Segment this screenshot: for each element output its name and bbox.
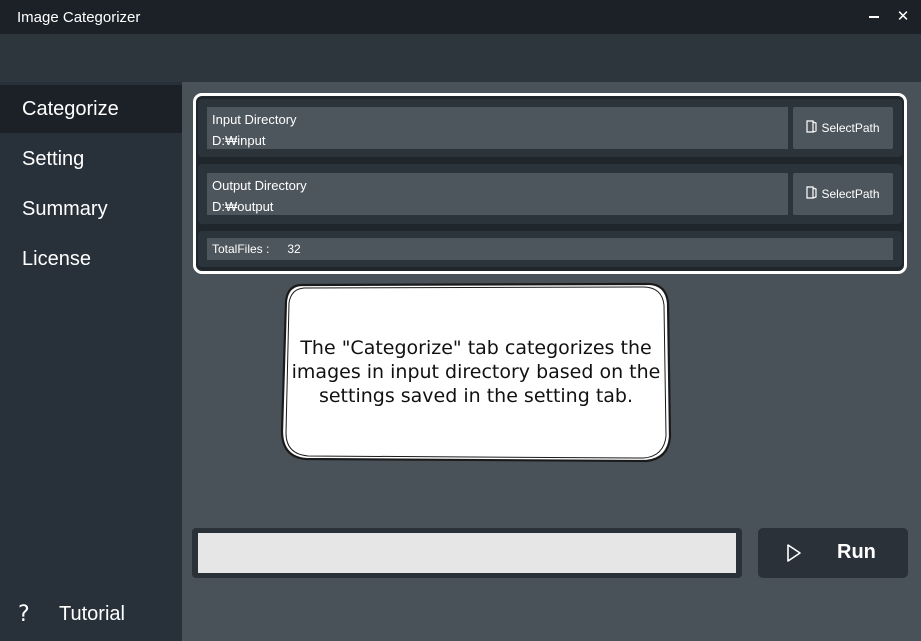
sidebar: Categorize Setting Summary License	[0, 82, 182, 641]
help-icon: ?	[18, 601, 30, 627]
sidebar-item-label: License	[22, 247, 91, 270]
folder-icon	[806, 120, 818, 136]
sidebar-item-license[interactable]: License	[0, 235, 182, 283]
select-path-label: SelectPath	[821, 121, 880, 135]
minimize-icon	[869, 16, 879, 19]
folder-icon	[806, 186, 818, 202]
input-select-path-button[interactable]: SelectPath	[793, 107, 893, 149]
total-files-bar: TotalFiles : 32	[207, 238, 893, 260]
output-select-path-button[interactable]: SelectPath	[793, 173, 893, 215]
close-button[interactable]: ✕	[893, 6, 913, 28]
run-button[interactable]: Run	[758, 528, 908, 578]
minimize-button[interactable]	[864, 6, 884, 28]
input-directory-field[interactable]: Input Directory D:₩input	[207, 107, 788, 149]
input-directory-label: Input Directory	[212, 112, 297, 127]
total-files-label: TotalFiles :	[212, 242, 270, 256]
select-path-label: SelectPath	[821, 187, 880, 201]
sidebar-item-label: Setting	[22, 147, 85, 170]
callout-text: The "Categorize" tab categorizes the ima…	[291, 337, 661, 407]
tutorial-label: Tutorial	[59, 602, 125, 625]
window-title: Image Categorizer	[17, 8, 141, 26]
output-directory-value: D:₩output	[212, 199, 274, 214]
sidebar-item-summary[interactable]: Summary	[0, 185, 182, 233]
progress-bar	[198, 533, 736, 573]
output-directory-label: Output Directory	[212, 178, 307, 193]
tutorial-callout: The "Categorize" tab categorizes the ima…	[280, 281, 672, 463]
play-icon	[786, 543, 802, 568]
tutorial-button[interactable]: ? Tutorial	[0, 596, 182, 632]
sidebar-item-categorize[interactable]: Categorize	[0, 85, 182, 133]
header-band	[0, 34, 921, 82]
title-bar: Image Categorizer ✕	[0, 0, 921, 34]
sidebar-item-label: Categorize	[22, 97, 119, 120]
sidebar-item-label: Summary	[22, 197, 108, 220]
total-files-count: 32	[287, 242, 301, 256]
input-directory-value: D:₩input	[212, 133, 266, 148]
run-label: Run	[837, 541, 876, 563]
output-directory-field[interactable]: Output Directory D:₩output	[207, 173, 788, 215]
sidebar-item-setting[interactable]: Setting	[0, 135, 182, 183]
